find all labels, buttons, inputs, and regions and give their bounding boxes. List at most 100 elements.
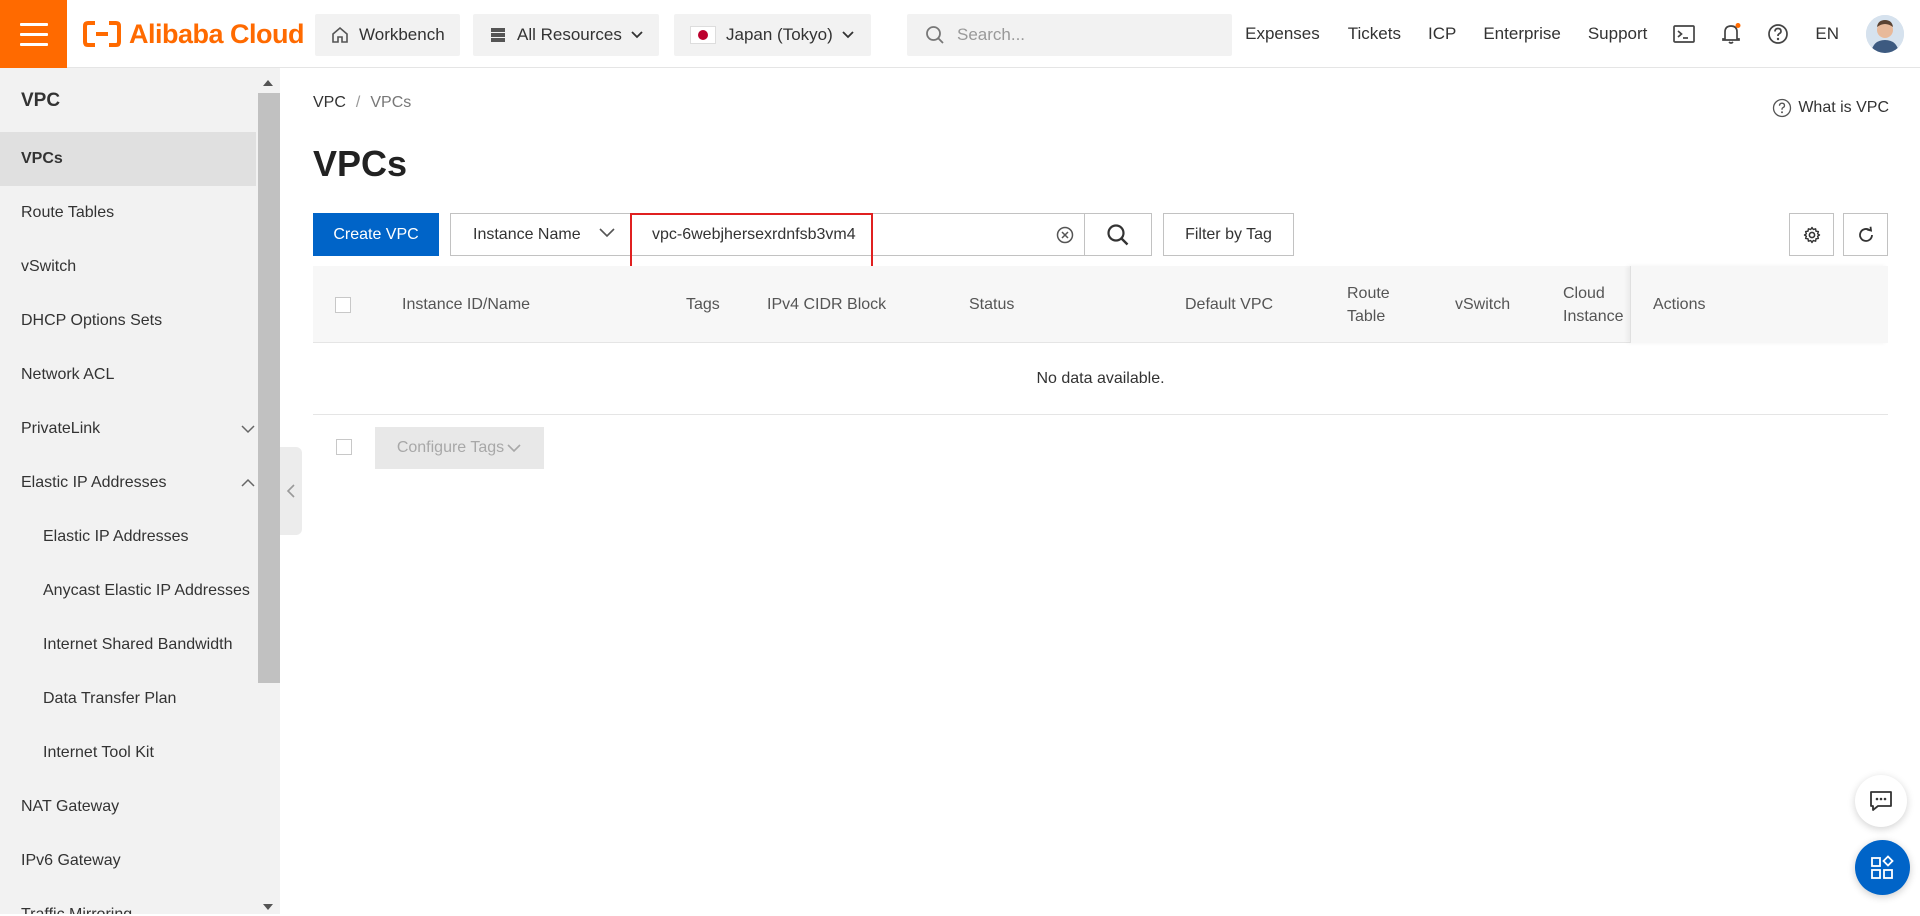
- alibaba-cloud-logo[interactable]: Alibaba Cloud: [83, 16, 305, 52]
- menu-line: [19, 32, 48, 36]
- sidebar-item-label: Elastic IP Addresses: [43, 528, 189, 545]
- sidebar-item-vswitch[interactable]: vSwitch: [0, 240, 256, 294]
- bulk-select-checkbox[interactable]: [336, 439, 352, 455]
- workbench-button[interactable]: Workbench: [315, 14, 460, 56]
- chevron-up-icon: [240, 476, 256, 494]
- sidebar-item-label: VPCs: [21, 150, 63, 167]
- column-vswitch: vSwitch: [1455, 296, 1511, 313]
- alibaba-logo-icon: [83, 21, 121, 47]
- sidebar-subitem-elastic-ip-addresses[interactable]: Elastic IP Addresses: [0, 510, 256, 564]
- page-title: VPCs: [313, 143, 408, 184]
- chevron-down-icon: [630, 25, 644, 45]
- sidebar-item-label: IPv6 Gateway: [21, 852, 121, 869]
- region-selector[interactable]: Japan (Tokyo): [674, 14, 871, 56]
- column-instance-id-name: Instance ID/Name: [402, 296, 531, 313]
- filter-field-select[interactable]: Instance Name: [450, 213, 631, 256]
- chevron-down-icon: [240, 422, 256, 440]
- search-icon: [925, 25, 945, 45]
- avatar[interactable]: [1866, 15, 1904, 53]
- sidebar-item-label: NAT Gateway: [21, 798, 120, 815]
- refresh-icon: [1858, 226, 1873, 242]
- hamburger-menu-button[interactable]: [0, 0, 67, 68]
- instance-search-input[interactable]: [652, 225, 1032, 244]
- breadcrumb-separator: /: [355, 94, 361, 111]
- help-circle-icon: [1773, 98, 1792, 118]
- what-is-vpc-link[interactable]: What is VPC: [1772, 98, 1889, 118]
- chevron-down-icon: [841, 25, 855, 45]
- sidebar-item-label: vSwitch: [21, 258, 77, 275]
- support-link[interactable]: Support: [1588, 24, 1648, 44]
- sidebar-subitem-internet-tool-kit[interactable]: Internet Tool Kit: [0, 726, 256, 780]
- sidebar-item-label: Internet Tool Kit: [43, 744, 154, 761]
- create-vpc-button[interactable]: Create VPC: [313, 213, 439, 256]
- enterprise-link[interactable]: Enterprise: [1483, 24, 1560, 44]
- chevron-down-icon: [598, 226, 616, 244]
- sidebar-item-label: Network ACL: [21, 366, 115, 383]
- sidebar-item-dhcp-options-sets[interactable]: DHCP Options Sets: [0, 294, 256, 348]
- all-resources-dropdown[interactable]: All Resources: [473, 14, 659, 56]
- sidebar-collapse-toggle[interactable]: [280, 447, 302, 535]
- chat-icon: [1870, 791, 1892, 811]
- global-search-input[interactable]: [957, 25, 1217, 45]
- sidebar-subitem-anycast-eip[interactable]: Anycast Elastic IP Addresses: [0, 564, 256, 618]
- home-icon: [331, 26, 349, 44]
- select-all-checkbox[interactable]: [335, 297, 351, 313]
- bell-icon[interactable]: [1721, 23, 1741, 45]
- sidebar-item-label: Internet Shared Bandwidth: [43, 636, 233, 653]
- configure-tags-button[interactable]: Configure Tags: [375, 427, 544, 469]
- japan-flag-icon: [690, 26, 716, 44]
- region-label: Japan (Tokyo): [726, 25, 833, 44]
- breadcrumb-root[interactable]: VPC: [313, 94, 346, 112]
- tickets-link[interactable]: Tickets: [1348, 24, 1401, 44]
- column-route-table: Route Table: [1347, 284, 1390, 325]
- gear-icon: [1803, 226, 1820, 243]
- sidebar: VPC VPCs Route Tables vSwitch DHCP Optio…: [0, 68, 258, 914]
- clear-input-icon[interactable]: [1056, 226, 1074, 249]
- empty-state-row: No data available.: [313, 343, 1888, 415]
- instance-search-field[interactable]: [630, 213, 1085, 256]
- global-search[interactable]: [907, 14, 1232, 56]
- server-icon: [489, 26, 507, 44]
- sidebar-item-ipv6-gateway[interactable]: IPv6 Gateway: [0, 834, 256, 888]
- chevron-left-icon: [286, 484, 295, 498]
- quick-apps-button[interactable]: [1855, 840, 1910, 895]
- column-tags: Tags: [686, 296, 720, 313]
- chevron-down-icon: [507, 444, 521, 453]
- sidebar-item-traffic-mirroring[interactable]: Traffic Mirroring: [0, 888, 256, 914]
- sidebar-title: VPC: [21, 90, 61, 111]
- sidebar-item-privatelink[interactable]: PrivateLink: [0, 402, 256, 456]
- filter-by-tag-button[interactable]: Filter by Tag: [1163, 213, 1294, 256]
- sidebar-item-route-tables[interactable]: Route Tables: [0, 186, 256, 240]
- sidebar-subitem-data-transfer-plan[interactable]: Data Transfer Plan: [0, 672, 256, 726]
- search-button[interactable]: [1084, 213, 1152, 256]
- all-resources-label: All Resources: [517, 25, 622, 44]
- menu-line: [19, 42, 48, 46]
- terminal-icon[interactable]: [1673, 24, 1696, 44]
- expenses-link[interactable]: Expenses: [1245, 24, 1320, 44]
- sidebar-item-elastic-ip-addresses[interactable]: Elastic IP Addresses: [0, 456, 256, 510]
- actions-column-header: Actions: [1630, 266, 1888, 343]
- column-status: Status: [969, 296, 1015, 313]
- brand-name: Alibaba Cloud: [129, 18, 305, 49]
- sidebar-item-label: Elastic IP Addresses: [21, 474, 167, 491]
- top-bar: Alibaba Cloud Workbench All Resources Ja…: [0, 0, 1920, 68]
- sidebar-item-vpcs[interactable]: VPCs: [0, 132, 256, 186]
- breadcrumb-current: VPCs: [370, 94, 412, 111]
- chat-feedback-button[interactable]: [1855, 775, 1907, 827]
- configure-tags-label: Configure Tags: [396, 439, 505, 456]
- sidebar-item-label: DHCP Options Sets: [21, 312, 163, 329]
- settings-button[interactable]: [1789, 213, 1834, 256]
- scroll-up-arrow-icon[interactable]: [262, 74, 274, 92]
- sidebar-item-network-acl[interactable]: Network ACL: [0, 348, 256, 402]
- sidebar-item-label: PrivateLink: [21, 420, 101, 437]
- sidebar-subitem-internet-shared-bandwidth[interactable]: Internet Shared Bandwidth: [0, 618, 256, 672]
- filter-field-value: Instance Name: [473, 225, 581, 243]
- refresh-button[interactable]: [1843, 213, 1888, 256]
- language-switch[interactable]: EN: [1815, 24, 1839, 44]
- help-icon[interactable]: [1767, 23, 1789, 45]
- icp-link[interactable]: ICP: [1428, 24, 1456, 44]
- scroll-down-arrow-icon[interactable]: [262, 898, 274, 916]
- sidebar-scrollbar-thumb[interactable]: [258, 93, 280, 683]
- sidebar-item-nat-gateway[interactable]: NAT Gateway: [0, 780, 256, 834]
- search-icon: [1107, 223, 1129, 245]
